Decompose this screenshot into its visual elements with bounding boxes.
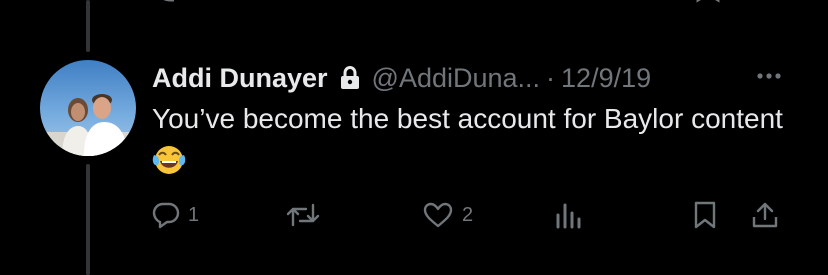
thread-line-bottom: [86, 164, 90, 275]
like-button[interactable]: 2: [422, 198, 473, 232]
tweet-actions: 1 2: [150, 198, 790, 232]
tweet-text: You’ve become the best account for Baylo…: [152, 98, 792, 182]
retweet-button[interactable]: [286, 198, 328, 232]
timestamp[interactable]: 12/9/19: [561, 63, 651, 94]
tweet-header: Addi Dunayer @AddiDuna... · 12/9/19: [152, 60, 651, 96]
previous-reply-icon[interactable]: [154, 0, 182, 6]
previous-tweet-actions: [150, 0, 790, 10]
previous-bookmark-icon[interactable]: [696, 0, 720, 6]
reply-icon: [152, 202, 180, 229]
avatar[interactable]: [40, 60, 136, 156]
views-chart-icon: [556, 203, 581, 229]
thread-line-top: [86, 0, 90, 52]
views-button[interactable]: [554, 198, 584, 232]
more-options-icon[interactable]: [752, 64, 786, 88]
bookmark-button[interactable]: [692, 198, 718, 232]
display-name[interactable]: Addi Dunayer: [152, 63, 328, 94]
face-with-tears-of-joy-icon: [152, 143, 186, 175]
like-count: 2: [462, 203, 474, 226]
previous-share-icon[interactable]: [758, 0, 782, 6]
previous-views-icon[interactable]: [560, 0, 584, 6]
tweet-text-content: You’ve become the best account for Baylo…: [152, 103, 783, 134]
separator-dot: ·: [546, 62, 556, 93]
bookmark-icon: [694, 201, 716, 229]
retweet-icon: [286, 203, 320, 227]
reply-button[interactable]: 1: [152, 198, 199, 232]
handle[interactable]: @AddiDuna...: [372, 63, 541, 94]
previous-like-icon[interactable]: [422, 0, 482, 6]
share-icon: [752, 202, 778, 228]
heart-icon: [423, 202, 453, 228]
share-button[interactable]: [750, 198, 780, 232]
lock-icon: [340, 65, 360, 90]
previous-retweet-icon[interactable]: [288, 0, 328, 6]
reply-count: 1: [188, 203, 200, 226]
